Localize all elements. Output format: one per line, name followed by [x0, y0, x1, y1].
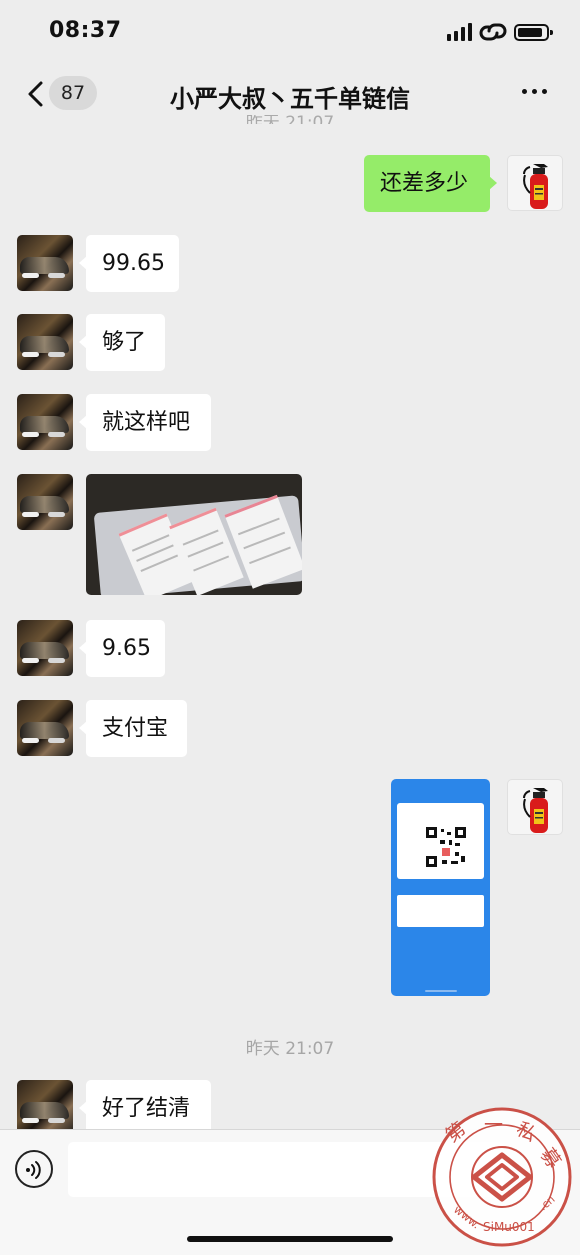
fire-extinguisher-icon — [523, 788, 548, 833]
battery-level — [518, 28, 542, 37]
qr-home-indicator — [425, 990, 457, 992]
contact-avatar[interactable] — [17, 1080, 73, 1136]
contact-avatar[interactable] — [17, 700, 73, 756]
status-bar: 08:37 — [0, 0, 580, 58]
message-input-bar — [0, 1129, 580, 1255]
partial-timestamp: 昨天 21:07 — [245, 115, 335, 124]
voice-icon — [26, 1161, 41, 1179]
message-bubble-other[interactable]: 99.65 — [79, 235, 179, 292]
home-indicator — [187, 1236, 393, 1242]
link-icon — [479, 23, 507, 41]
contact-avatar[interactable] — [17, 394, 73, 450]
message-bubble-other[interactable]: 9.65 — [79, 620, 165, 677]
more-dots-icon[interactable] — [520, 89, 550, 97]
unread-count-badge[interactable]: 87 — [49, 76, 97, 110]
document-photo-message[interactable] — [86, 474, 302, 595]
contact-avatar[interactable] — [17, 474, 73, 530]
status-time: 08:37 — [49, 18, 122, 43]
self-avatar[interactable] — [507, 779, 563, 835]
payment-qr-image-message[interactable] — [391, 779, 490, 996]
voice-toggle-button[interactable] — [15, 1150, 53, 1188]
signal-icon — [447, 23, 475, 41]
message-timestamp: 昨天 21:07 — [245, 1039, 335, 1059]
back-chevron-icon[interactable] — [25, 80, 45, 108]
battery-icon — [514, 24, 553, 41]
chat-title: 小严大叔丶五千单链信 — [170, 85, 410, 113]
qr-screenshot-header — [391, 779, 490, 797]
message-bubble-other[interactable]: 支付宝 — [79, 700, 187, 757]
document-photo — [93, 494, 302, 595]
fire-extinguisher-icon — [523, 164, 548, 209]
contact-avatar[interactable] — [17, 620, 73, 676]
message-bubble-self[interactable]: 还差多少 — [364, 155, 497, 212]
qr-code-card — [397, 803, 484, 879]
message-bubble-other[interactable]: 够了 — [79, 314, 165, 371]
message-bubble-other[interactable]: 就这样吧 — [79, 394, 211, 451]
qr-details-panel — [397, 895, 484, 927]
contact-avatar[interactable] — [17, 235, 73, 291]
self-avatar[interactable] — [507, 155, 563, 211]
chat-screen: 08:37 87 小严大叔丶五千单链信 昨天 21:07 还差多少 — [0, 0, 580, 1255]
qr-code-icon — [424, 825, 468, 869]
message-input[interactable] — [68, 1142, 504, 1197]
contact-avatar[interactable] — [17, 314, 73, 370]
